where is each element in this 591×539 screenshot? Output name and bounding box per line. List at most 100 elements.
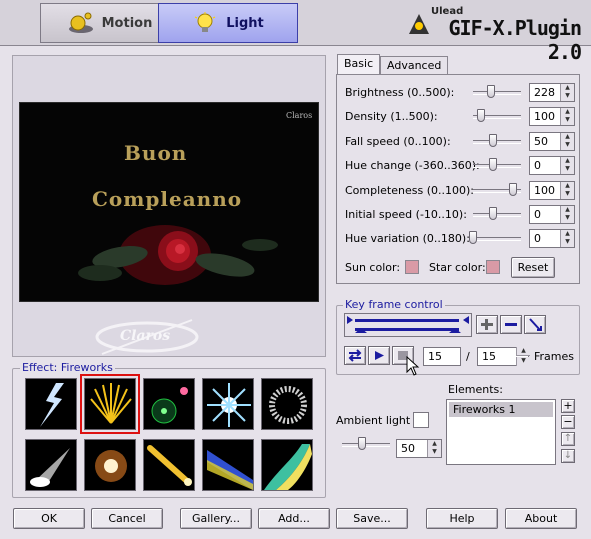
remove-keyframe-button[interactable]: [500, 315, 522, 334]
ok-button[interactable]: OK: [13, 508, 85, 529]
param-spinner[interactable]: 0 ▲ ▼: [529, 205, 575, 224]
tab-advanced[interactable]: Advanced: [380, 56, 449, 76]
param-value: 50: [534, 134, 548, 148]
param-slider[interactable]: [473, 109, 521, 123]
param-slider-knob[interactable]: [489, 207, 497, 220]
param-spinner[interactable]: 0 ▲ ▼: [529, 229, 575, 249]
about-button[interactable]: About: [505, 508, 577, 529]
sun-color-swatch[interactable]: [405, 260, 419, 274]
tab-basic[interactable]: Basic: [337, 54, 381, 76]
spin-down-icon[interactable]: ▼: [560, 92, 574, 101]
ambient-light-swatch[interactable]: [413, 412, 429, 428]
spotlight-icon: [30, 448, 70, 487]
param-row: Fall speed (0..100): 50 ▲ ▼: [345, 131, 577, 152]
help-button[interactable]: Help: [426, 508, 498, 529]
ulead-logo-icon: [407, 12, 431, 36]
effect-thumb-light-beam[interactable]: [202, 439, 254, 491]
param-slider[interactable]: [473, 85, 521, 98]
plus-icon: [481, 319, 493, 330]
param-label: Initial speed (-10..10):: [345, 208, 467, 221]
claros-logo: Claros: [92, 316, 202, 358]
param-slider[interactable]: [473, 158, 521, 172]
elements-list[interactable]: Fireworks 1: [446, 399, 556, 465]
minus-icon: [505, 323, 517, 326]
cancel-button[interactable]: Cancel: [91, 508, 163, 529]
rose-image: [78, 225, 278, 285]
reverse-keyframe-button[interactable]: [524, 315, 546, 334]
effect-thumb-ring[interactable]: [261, 378, 313, 430]
add-keyframe-button[interactable]: [476, 315, 498, 334]
total-frames-field[interactable]: 15 ▲ ▼: [477, 347, 530, 366]
effect-thumb-comet[interactable]: [143, 439, 195, 491]
aurora-icon: [264, 444, 312, 490]
param-label: Fall speed (0..100):: [345, 134, 451, 148]
param-label: Hue variation (0..180):: [345, 232, 470, 246]
param-spinner[interactable]: 0 ▲ ▼: [529, 156, 575, 176]
param-slider-knob[interactable]: [489, 158, 497, 172]
comet-icon: [147, 445, 192, 486]
effect-thumb-star-burst[interactable]: [202, 378, 254, 430]
param-spinner[interactable]: 100 ▲ ▼: [529, 107, 575, 127]
preview-canvas[interactable]: Claros Buon Compleanno: [19, 102, 319, 302]
tab-light[interactable]: Light: [158, 3, 298, 43]
spin-up-icon[interactable]: ▲: [516, 347, 530, 356]
effect-thumb-spotlight[interactable]: [25, 439, 77, 491]
timeline-track[interactable]: [344, 313, 472, 337]
spin-down-icon[interactable]: ▼: [427, 448, 441, 457]
param-slider-knob[interactable]: [487, 85, 496, 98]
spin-down-icon[interactable]: ▼: [560, 238, 574, 248]
play-button[interactable]: [368, 346, 390, 365]
ambient-slider[interactable]: [342, 437, 390, 450]
total-frames-value: 15: [482, 350, 496, 363]
reset-button[interactable]: Reset: [511, 257, 555, 278]
param-slider-knob[interactable]: [469, 231, 477, 245]
param-slider[interactable]: [469, 231, 521, 245]
spin-down-icon[interactable]: ▼: [560, 189, 574, 199]
effect-thumb-flare[interactable]: [84, 439, 136, 491]
effect-thumb-lightning[interactable]: [25, 378, 77, 430]
loop-button[interactable]: [344, 346, 366, 365]
spin-down-icon[interactable]: ▼: [560, 165, 574, 175]
elements-list-item[interactable]: Fireworks 1: [449, 402, 553, 417]
save-button[interactable]: Save...: [336, 508, 408, 529]
ambient-value: 50: [401, 442, 415, 455]
gallery-button[interactable]: Gallery...: [180, 508, 252, 529]
element-up-button[interactable]: ↑: [561, 432, 575, 446]
param-spinner[interactable]: 228 ▲ ▼: [529, 83, 575, 102]
param-value: 0: [534, 159, 541, 173]
param-slider[interactable]: [473, 182, 521, 196]
star-color-swatch[interactable]: [486, 260, 500, 274]
element-down-button[interactable]: ↓: [561, 449, 575, 463]
ambient-slider-knob[interactable]: [358, 437, 366, 450]
spin-down-icon[interactable]: ▼: [560, 116, 574, 126]
spin-down-icon[interactable]: ▼: [560, 214, 574, 223]
tab-advanced-label: Advanced: [387, 59, 442, 72]
element-add-button[interactable]: +: [561, 399, 575, 413]
brand-vendor: Ulead: [431, 6, 464, 17]
param-slider[interactable]: [473, 133, 521, 147]
param-label: Density (1..500):: [345, 110, 438, 124]
param-spinner[interactable]: 50 ▲ ▼: [529, 131, 575, 151]
effect-thumb-fireworks[interactable]: [80, 374, 140, 434]
param-spinner[interactable]: 100 ▲ ▼: [529, 180, 575, 200]
current-frame-field[interactable]: 15: [423, 347, 461, 366]
tab-basic-label: Basic: [344, 57, 374, 70]
param-slider-knob[interactable]: [489, 133, 497, 147]
element-remove-button[interactable]: −: [561, 415, 575, 429]
ambient-spinner[interactable]: 50 ▲ ▼: [396, 439, 442, 458]
brand-logo: Ulead GIF-X.Plugin 2.0: [403, 4, 582, 64]
add-button[interactable]: Add...: [258, 508, 330, 529]
effect-thumb-glow-orb[interactable]: [143, 378, 195, 430]
elements-label: Elements:: [448, 383, 503, 396]
total-frames-spinner[interactable]: ▲ ▼: [514, 347, 530, 366]
spin-down-icon[interactable]: ▼: [516, 357, 530, 366]
spin-down-icon[interactable]: ▼: [560, 140, 574, 150]
param-slider-knob[interactable]: [509, 182, 517, 196]
param-slider-knob[interactable]: [477, 109, 485, 123]
effect-thumb-aurora[interactable]: [261, 439, 313, 491]
param-slider[interactable]: [473, 207, 521, 220]
ambient-slider-track: [342, 437, 390, 450]
param-row: Brightness (0..500): 228 ▲ ▼: [345, 83, 577, 103]
glow-orb-icon: [151, 387, 188, 424]
preview-greeting-line2: Compleanno: [92, 187, 243, 211]
